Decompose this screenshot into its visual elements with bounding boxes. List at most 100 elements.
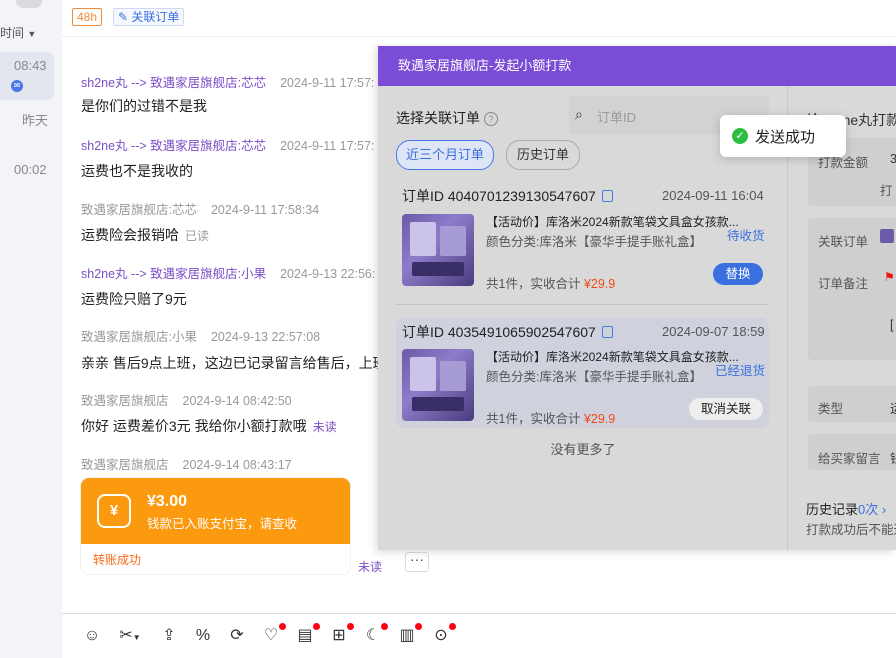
- tab-history-orders[interactable]: 历史订单: [506, 140, 580, 170]
- sort-dropdown[interactable]: 时间 ▼: [0, 24, 36, 41]
- message-body: 你好 运费差价3元 我给你小额打款哦: [81, 418, 307, 434]
- history-count: 0次: [858, 502, 879, 517]
- upload-icon[interactable]: ⇪: [159, 626, 179, 646]
- order-total: 共1件，实收合计 ¥29.9: [486, 273, 615, 292]
- unread-status: 未读: [358, 560, 383, 574]
- add-image-icon[interactable]: ⊞: [329, 623, 354, 646]
- message-sender: 致遇家居旗舰店:芯芯: [81, 203, 197, 217]
- message-meta: 致遇家居旗舰店:芯芯 2024-9-11 17:58:34: [81, 199, 319, 218]
- message-meta: sh2ne丸 --> 致遇家居旗舰店:小果 2024-9-13 22:56:: [81, 263, 375, 282]
- mail-icon: ✉: [11, 80, 23, 92]
- order-total-prefix: 共1件，实收合计: [486, 277, 584, 291]
- help-icon[interactable]: ?: [484, 112, 498, 126]
- tab-recent-orders[interactable]: 近三个月订单: [396, 140, 494, 170]
- tag-48h: 48h: [72, 8, 103, 26]
- product-title: 【活动价】库洛米2024新款笔袋文具盒女孩款...: [486, 215, 739, 229]
- copy-icon[interactable]: [601, 326, 613, 338]
- product-sku: 颜色分类:库洛米【豪华手提手账礼盒】: [486, 370, 702, 384]
- divider: [62, 36, 896, 37]
- message-text: 运费险会报销哈 已读: [81, 225, 209, 245]
- message-meta: sh2ne丸 --> 致遇家居旗舰店:芯芯 2024-9-11 17:57:: [81, 72, 374, 91]
- success-toast: ✓ 发送成功: [720, 115, 846, 157]
- conversation-time: 08:43: [14, 58, 47, 73]
- remark-label: 订单备注: [818, 277, 869, 291]
- order-status: 待收货: [727, 229, 765, 243]
- toolbar-divider: [62, 613, 896, 614]
- message-text: 你好 运费差价3元 我给你小额打款哦 未读: [81, 416, 337, 436]
- more-button[interactable]: ···: [405, 552, 429, 572]
- amount-value: 3: [890, 152, 896, 166]
- search-icon: ⌕: [575, 106, 583, 122]
- conversation-time[interactable]: 00:02: [14, 162, 47, 177]
- message-meta: 致遇家居旗舰店 2024-9-14 08:42:50: [81, 390, 292, 409]
- order-price: ¥29.9: [583, 412, 616, 426]
- conversation-time[interactable]: 昨天: [22, 110, 48, 129]
- check-icon: ✓: [732, 128, 748, 144]
- transfer-card-header: ¥ ¥3.00 钱款已入账支付宝，请查收: [81, 478, 350, 544]
- transfer-card[interactable]: ¥ ¥3.00 钱款已入账支付宝，请查收 转账成功: [81, 478, 350, 574]
- buyer-message-label: 给买家留言: [818, 452, 881, 466]
- message-time: 2024-9-13 22:57:08: [210, 330, 321, 344]
- conversation-item-selected[interactable]: 08:43 ✉: [0, 52, 54, 100]
- percent-icon[interactable]: %: [193, 626, 213, 646]
- message-time: 2024-9-11 17:58:34: [210, 203, 320, 217]
- link-order-label: 关联订单: [818, 235, 869, 249]
- transfer-status: 转账成功: [93, 553, 142, 567]
- order-id-text: 订单ID 4035491065902547607: [402, 324, 596, 340]
- amount-sub: 打: [880, 184, 893, 198]
- moon-icon[interactable]: ☾: [363, 623, 388, 646]
- history-link[interactable]: 历史记录0次 ›: [806, 499, 886, 518]
- message-time: 2024-9-11 17:57:: [280, 139, 375, 153]
- red-badge: [279, 623, 286, 630]
- product-thumbnail: [402, 214, 474, 286]
- select-order-text: 选择关联订单: [396, 110, 480, 126]
- message-sender: sh2ne丸 --> 致遇家居旗舰店:芯芯: [81, 76, 267, 90]
- unlink-button[interactable]: 取消关联: [689, 398, 763, 420]
- unread-status: 未读: [312, 420, 337, 434]
- flag-icon[interactable]: ⚑: [884, 270, 895, 284]
- smile-icon[interactable]: ☺: [82, 626, 102, 646]
- scissors-icon[interactable]: ✂▼: [116, 626, 144, 646]
- link-order-label: 关联订单: [131, 10, 180, 24]
- doc-icon[interactable]: ▥: [397, 623, 422, 646]
- message-meta: sh2ne丸 --> 致遇家居旗舰店:芯芯 2024-9-11 17:57:: [81, 135, 374, 154]
- buyer-message-value: 钱: [890, 448, 896, 467]
- message-text: 运费险只赔了9元: [81, 291, 187, 307]
- order-id-text: 订单ID 4040701239130547607: [402, 188, 596, 204]
- message-meta: 致遇家居旗舰店 2024-9-14 08:43:17: [81, 454, 292, 473]
- message-time: 2024-9-14 08:43:17: [182, 458, 292, 472]
- message-time: 2024-9-13 22:56:: [280, 267, 376, 281]
- note-icon[interactable]: ▤: [295, 623, 320, 646]
- message-sender: 致遇家居旗舰店:小果: [81, 330, 197, 344]
- no-more-label: 没有更多了: [550, 442, 616, 457]
- search-image-icon[interactable]: ⊙: [431, 623, 456, 646]
- copy-icon[interactable]: [601, 190, 613, 202]
- message-sender: 致遇家居旗舰店: [81, 458, 169, 472]
- order-status: 已经退货: [715, 364, 766, 378]
- chevron-right-icon: ›: [881, 502, 887, 517]
- product-sku: 颜色分类:库洛米【豪华手提手账礼盒】: [486, 235, 702, 249]
- remark-value: [: [890, 318, 894, 332]
- rail-toggle[interactable]: [16, 0, 42, 8]
- message-sender: sh2ne丸 --> 致遇家居旗舰店:芯芯: [81, 139, 267, 153]
- order-date: 2024-09-11 16:04: [662, 188, 764, 203]
- red-badge: [449, 623, 456, 630]
- search-placeholder: 订单ID: [597, 110, 637, 125]
- order-date: 2024-09-07 18:59: [662, 324, 765, 339]
- message-sender: sh2ne丸 --> 致遇家居旗舰店:小果: [81, 267, 267, 281]
- coupon-icon[interactable]: ♡: [261, 623, 286, 646]
- history-sub: 打款成功后不能进: [806, 523, 896, 537]
- transfer-amount: ¥3.00: [147, 493, 188, 510]
- red-badge: [347, 623, 354, 630]
- replace-button[interactable]: 替换: [713, 263, 763, 285]
- pencil-icon: ✎: [118, 10, 129, 24]
- order-total: 共1件，实收合计 ¥29.9: [486, 408, 615, 427]
- type-label: 类型: [818, 402, 844, 416]
- refresh-icon[interactable]: ⟳: [227, 626, 247, 646]
- transfer-desc: 钱款已入账支付宝，请查收: [147, 517, 298, 531]
- linked-order-thumbnail: [880, 229, 894, 243]
- red-badge: [381, 623, 388, 630]
- order-total-prefix: 共1件，实收合计: [486, 412, 584, 426]
- link-order-button[interactable]: ✎ 关联订单: [113, 8, 185, 26]
- message-text: 是你们的过错不是我: [81, 98, 207, 114]
